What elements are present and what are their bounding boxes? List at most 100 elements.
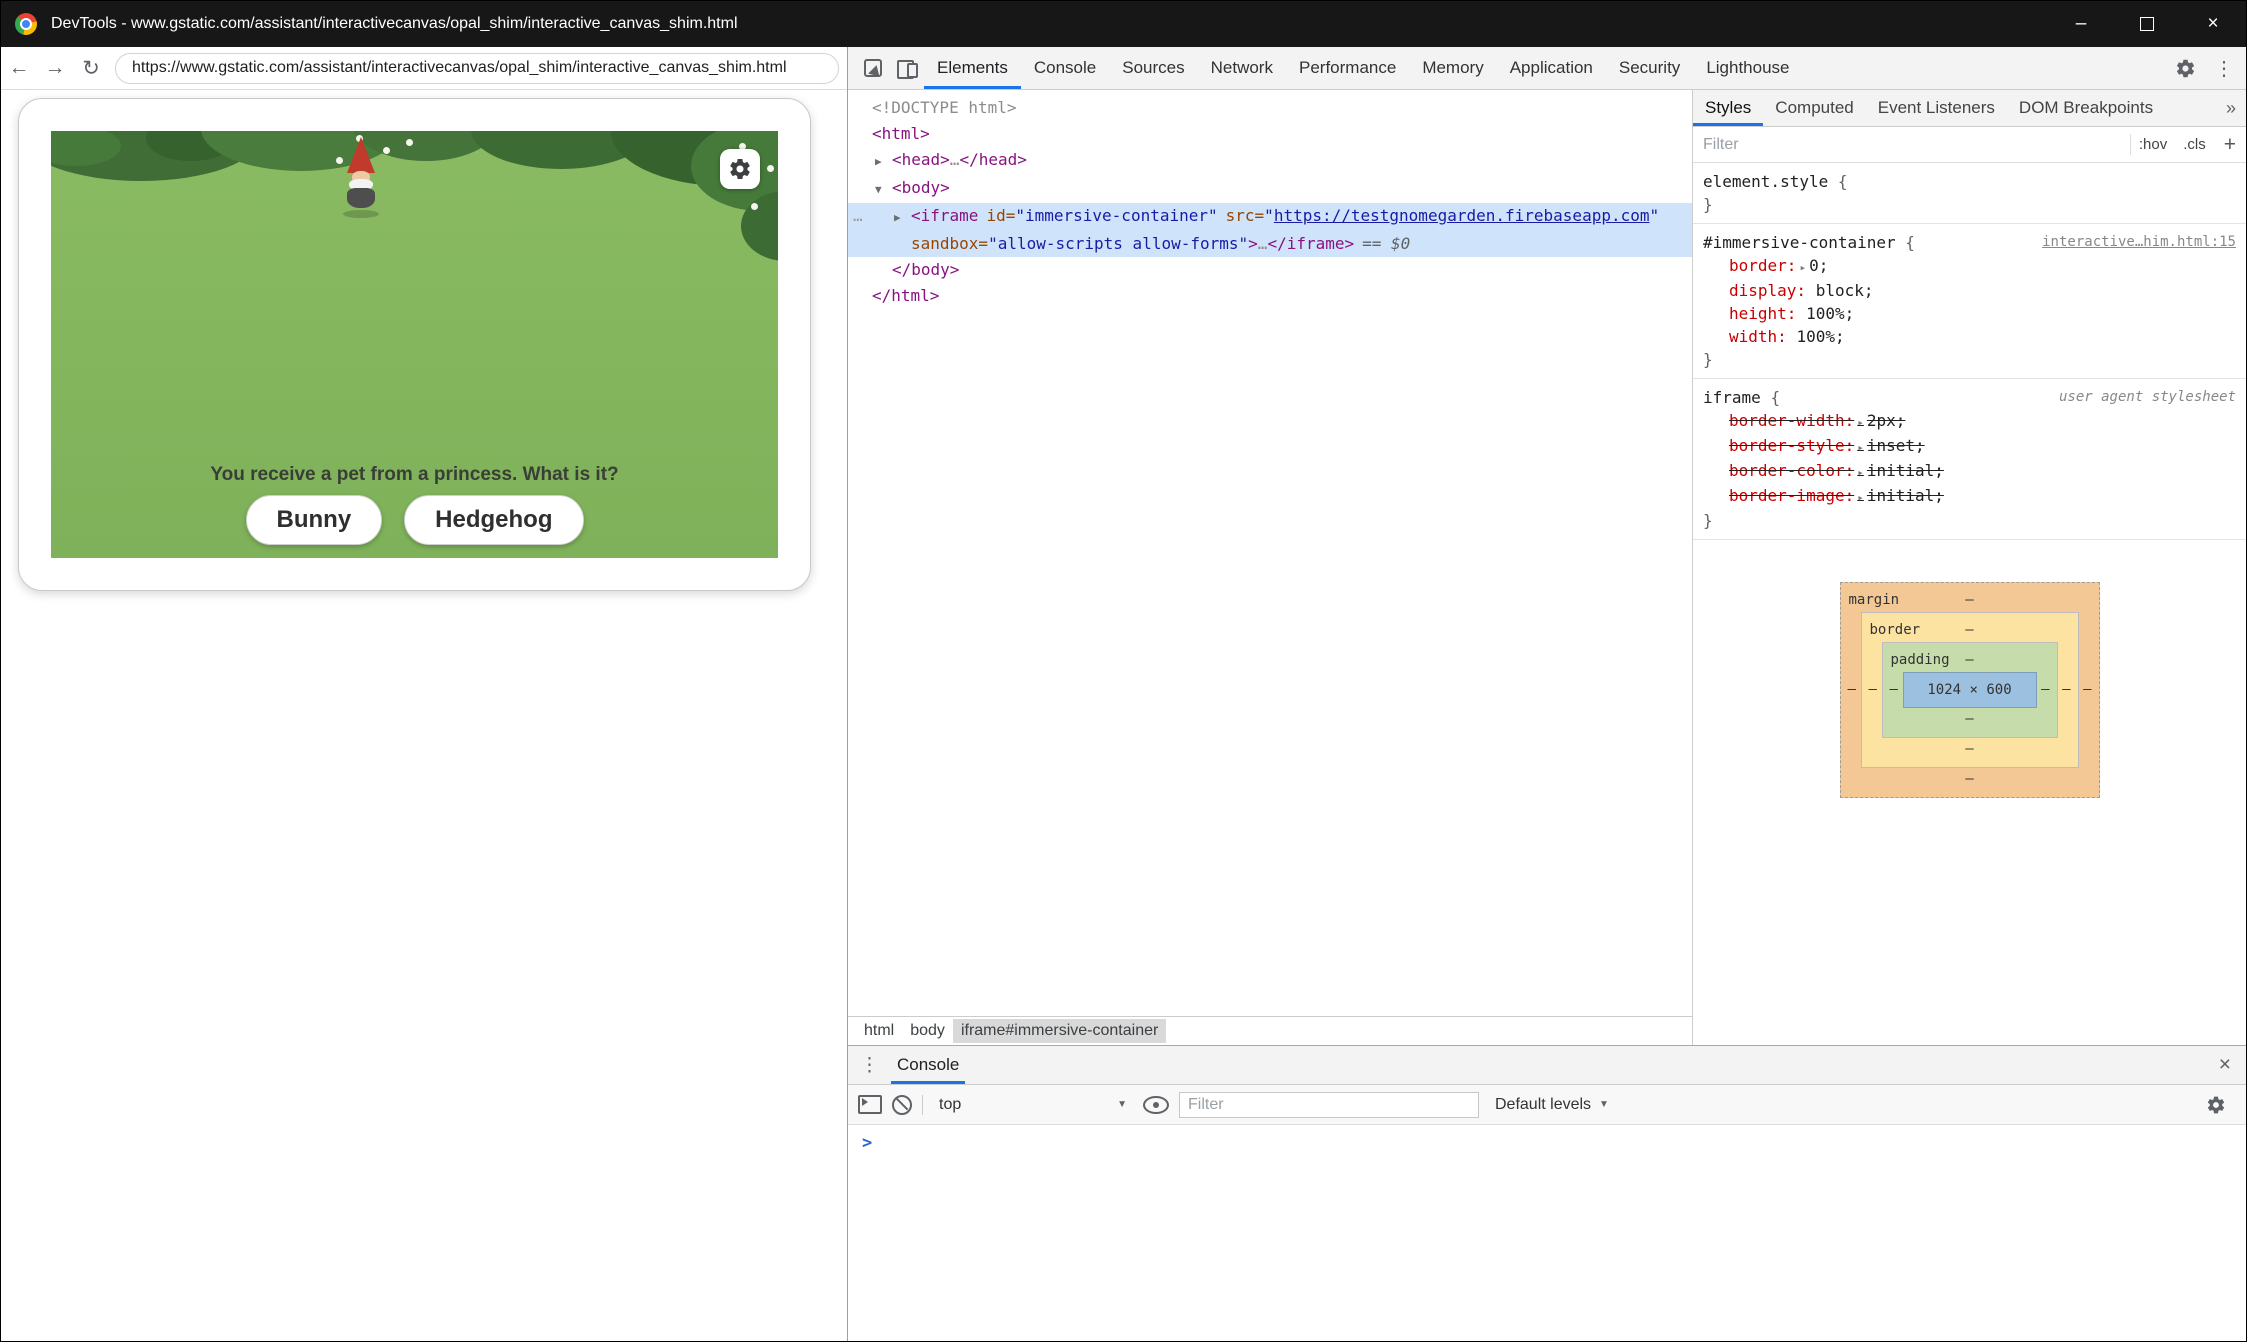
rule-selector[interactable]: #immersive-container: [1703, 233, 1896, 252]
tab-security[interactable]: Security: [1606, 47, 1693, 89]
twisty-collapsed-icon[interactable]: ▶: [894, 205, 911, 231]
row-menu-icon[interactable]: …: [853, 203, 864, 229]
tab-lighthouse[interactable]: Lighthouse: [1693, 47, 1802, 89]
css-property-width[interactable]: width: 100%;: [1703, 325, 2236, 348]
tab-performance[interactable]: Performance: [1286, 47, 1409, 89]
gnome-character: [339, 137, 383, 218]
close-icon: ×: [2219, 1053, 2231, 1076]
breadcrumb-html[interactable]: html: [856, 1019, 902, 1043]
kebab-icon: ⋮: [860, 1055, 879, 1076]
log-levels-selector[interactable]: Default levels ▼: [1495, 1096, 1609, 1114]
devtools-tab-bar: Elements Console Sources Network Perform…: [848, 47, 2246, 90]
gear-icon: [2175, 58, 2196, 79]
dom-row-iframe[interactable]: …▶<iframeid="immersive-container"src="ht…: [848, 203, 1692, 231]
url-bar[interactable]: [115, 53, 839, 84]
styles-tab-bar: Styles Computed Event Listeners DOM Brea…: [1693, 90, 2246, 127]
pseudo-state-toggle[interactable]: :hov: [2131, 136, 2175, 153]
drawer-close-button[interactable]: ×: [2204, 1053, 2246, 1077]
box-model-padding: padding – – – – 1024 × 600: [1882, 642, 2058, 738]
console-output[interactable]: >: [848, 1125, 2246, 1341]
inspect-element-button[interactable]: [856, 47, 890, 89]
tab-elements[interactable]: Elements: [924, 47, 1021, 89]
styles-filter-input[interactable]: [1693, 136, 2130, 154]
answer-button-bunny[interactable]: Bunny: [246, 495, 383, 545]
console-sidebar-toggle[interactable]: [858, 1095, 882, 1114]
drawer-menu-button[interactable]: ⋮: [848, 1054, 891, 1077]
tab-sources[interactable]: Sources: [1109, 47, 1197, 89]
tab-event-listeners[interactable]: Event Listeners: [1866, 90, 2007, 126]
dom-row-body-close[interactable]: </body>: [848, 257, 1692, 283]
tab-dom-breakpoints[interactable]: DOM Breakpoints: [2007, 90, 2165, 126]
twisty-collapsed-icon[interactable]: ▶: [875, 149, 892, 175]
drawer-tab-console[interactable]: Console: [891, 1046, 965, 1084]
window-title: DevTools - www.gstatic.com/assistant/int…: [51, 15, 738, 33]
stylesheet-source-link[interactable]: interactive…him.html:15: [2042, 231, 2236, 254]
tab-styles[interactable]: Styles: [1693, 90, 1763, 126]
console-filter-input[interactable]: [1179, 1092, 1479, 1118]
console-settings-button[interactable]: [2196, 1095, 2236, 1115]
elements-panel: <!DOCTYPE html> <html> ▶<head>…</head> ▼…: [848, 90, 2246, 1045]
breadcrumb-body[interactable]: body: [902, 1019, 953, 1043]
css-property-border-width[interactable]: border-width:▸2px;: [1703, 409, 2236, 434]
answer-button-hedgehog[interactable]: Hedgehog: [404, 495, 583, 545]
tab-network[interactable]: Network: [1198, 47, 1286, 89]
breadcrumb: html body iframe#immersive-container: [848, 1016, 1692, 1045]
maximize-button[interactable]: [2114, 1, 2180, 47]
browser-pane: ← → ↻: [1, 47, 847, 1341]
expand-arrow-icon[interactable]: ▸: [1857, 441, 1864, 454]
css-property-border-color[interactable]: border-color:▸initial;: [1703, 459, 2236, 484]
expand-arrow-icon[interactable]: ▸: [1799, 261, 1806, 274]
twisty-expanded-icon[interactable]: ▼: [875, 177, 892, 203]
dom-row-iframe-continued[interactable]: sandbox="allow-scripts allow-forms">…</i…: [848, 231, 1692, 257]
clear-console-button[interactable]: [892, 1095, 912, 1115]
flower: [383, 147, 390, 154]
console-drawer-header: ⋮ Console ×: [848, 1046, 2246, 1085]
game-question-text: You receive a pet from a princess. What …: [51, 464, 778, 486]
back-button[interactable]: ←: [1, 56, 37, 80]
css-property-height[interactable]: height: 100%;: [1703, 302, 2236, 325]
reload-icon: ↻: [82, 57, 100, 80]
gnome-hat: [347, 137, 375, 173]
rule-selector[interactable]: iframe: [1703, 388, 1761, 407]
expand-arrow-icon[interactable]: ▸: [1857, 491, 1864, 504]
styles-content: element.style { } interactive…him.html:1…: [1693, 163, 2246, 1045]
expand-arrow-icon[interactable]: ▸: [1857, 416, 1864, 429]
iframe-src-link[interactable]: https://testgnomegarden.firebaseapp.com: [1274, 206, 1650, 225]
live-expression-button[interactable]: [1143, 1096, 1169, 1114]
dom-row-doctype[interactable]: <!DOCTYPE html>: [848, 95, 1692, 121]
css-property-border[interactable]: border:▸0;: [1703, 254, 2236, 279]
game-settings-button[interactable]: [720, 149, 760, 189]
close-button[interactable]: ×: [2180, 1, 2246, 47]
css-property-border-style[interactable]: border-style:▸inset;: [1703, 434, 2236, 459]
forward-button[interactable]: →: [37, 56, 73, 80]
execution-context-selector[interactable]: top ▼: [933, 1096, 1133, 1114]
new-style-rule-button[interactable]: +: [2214, 133, 2246, 157]
console-prompt-icon[interactable]: >: [862, 1133, 872, 1153]
maximize-icon: [2140, 17, 2154, 31]
devtools-menu-button[interactable]: ⋮: [2202, 56, 2246, 81]
breadcrumb-iframe[interactable]: iframe#immersive-container: [953, 1019, 1166, 1043]
tab-computed[interactable]: Computed: [1763, 90, 1865, 126]
reload-button[interactable]: ↻: [73, 56, 109, 81]
minimize-button[interactable]: –: [2048, 1, 2114, 47]
chevron-down-icon: ▼: [1599, 1099, 1609, 1110]
dom-row-html-close[interactable]: </html>: [848, 283, 1692, 309]
more-tabs-button[interactable]: »: [2216, 98, 2246, 119]
css-property-border-image[interactable]: border-image:▸initial;: [1703, 484, 2236, 509]
device-toolbar-button[interactable]: [890, 47, 924, 89]
expand-arrow-icon[interactable]: ▸: [1857, 466, 1864, 479]
class-toggle[interactable]: .cls: [2175, 136, 2214, 153]
dom-row-head[interactable]: ▶<head>…</head>: [848, 147, 1692, 175]
dom-row-body-open[interactable]: ▼<body>: [848, 175, 1692, 203]
tab-memory[interactable]: Memory: [1409, 47, 1496, 89]
box-model-content: 1024 × 600: [1903, 672, 2037, 708]
dom-row-html-open[interactable]: <html>: [848, 121, 1692, 147]
element-style-selector[interactable]: element.style: [1703, 172, 1828, 191]
tab-console[interactable]: Console: [1021, 47, 1109, 89]
minimize-icon: –: [2076, 13, 2087, 35]
box-model-border: border – – – – padding – – –: [1861, 612, 2079, 768]
styles-filter-toggles: :hov .cls: [2130, 134, 2214, 155]
devtools-settings-button[interactable]: [2168, 47, 2202, 89]
css-property-display[interactable]: display: block;: [1703, 279, 2236, 302]
tab-application[interactable]: Application: [1497, 47, 1606, 89]
